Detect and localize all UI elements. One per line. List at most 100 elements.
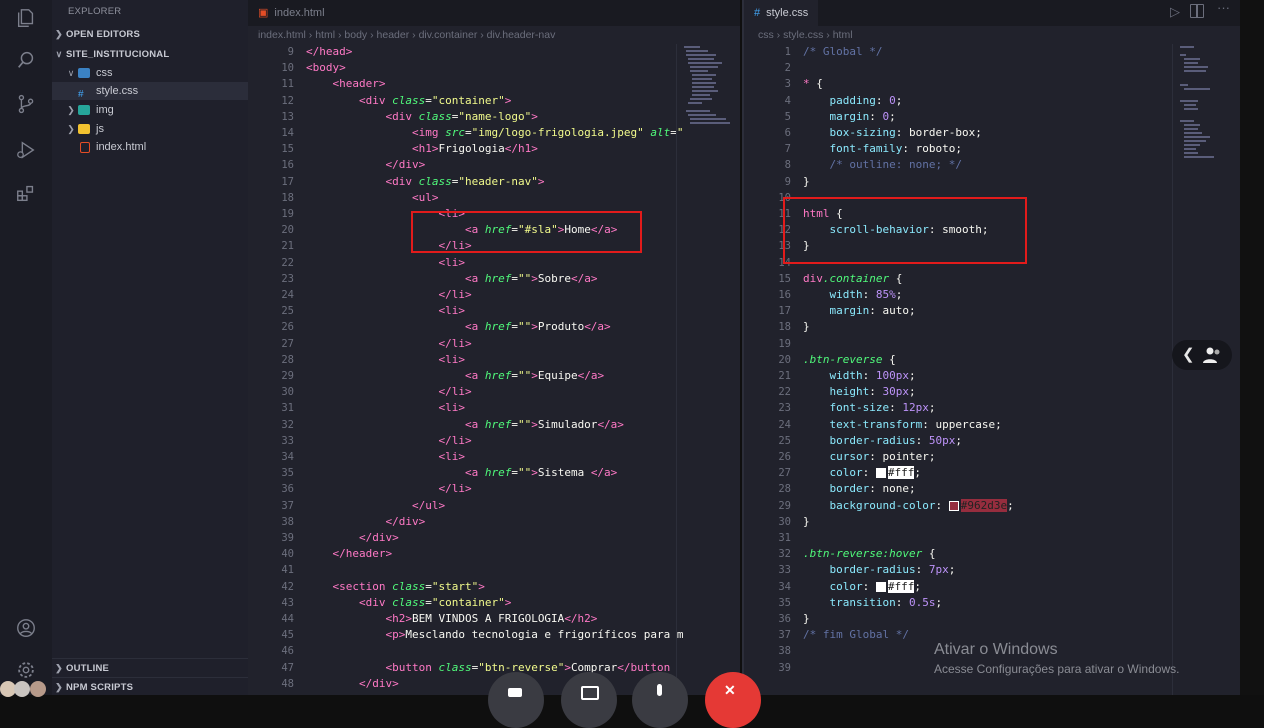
code-line[interactable]: 2 bbox=[744, 60, 1242, 76]
minimap[interactable] bbox=[1178, 44, 1230, 244]
share-screen-button[interactable] bbox=[561, 672, 617, 728]
breadcrumb-item[interactable]: html bbox=[833, 29, 853, 41]
code-line[interactable]: 33 border-radius: 7px; bbox=[744, 562, 1242, 578]
run-icon[interactable]: ▷ bbox=[1170, 4, 1180, 20]
code-line[interactable]: 30} bbox=[744, 514, 1242, 530]
code-line[interactable]: 37 </ul> bbox=[248, 498, 740, 514]
participants-widget[interactable]: ❮ bbox=[1172, 340, 1232, 370]
tree-item-img-folder[interactable]: ❯ img bbox=[52, 101, 260, 119]
outline-section[interactable]: ❯ OUTLINE bbox=[52, 658, 248, 677]
code-line[interactable]: 35 transition: 0.5s; bbox=[744, 595, 1242, 611]
tree-item-index-html[interactable]: index.html bbox=[52, 138, 274, 156]
code-line[interactable]: 32 <a href="">Simulador</a> bbox=[248, 417, 740, 433]
project-section[interactable]: ∨ SITE_INSTITUCIONAL bbox=[52, 45, 248, 63]
code-line[interactable]: 26 <a href="">Produto</a> bbox=[248, 319, 740, 335]
split-editor-icon[interactable] bbox=[1190, 4, 1204, 18]
code-line[interactable]: 26 cursor: pointer; bbox=[744, 449, 1242, 465]
code-line[interactable]: 18 <ul> bbox=[248, 190, 740, 206]
code-line[interactable]: 31 bbox=[744, 530, 1242, 546]
code-line[interactable]: 32 .btn-reverse:hover { bbox=[744, 546, 1242, 562]
search-icon[interactable] bbox=[14, 48, 38, 72]
tab-index-html[interactable]: ▣ index.html bbox=[248, 0, 335, 26]
code-line[interactable]: 34 <li> bbox=[248, 449, 740, 465]
code-line[interactable]: 14 <img src="img/logo-frigologia.jpeg" a… bbox=[248, 125, 740, 141]
code-line[interactable]: 9 </head> bbox=[248, 44, 740, 60]
code-line[interactable]: 23 <a href="">Sobre</a> bbox=[248, 271, 740, 287]
settings-icon[interactable] bbox=[14, 658, 38, 682]
code-line[interactable]: 43 <div class="container"> bbox=[248, 595, 740, 611]
code-line[interactable]: 15 div.container { bbox=[744, 271, 1242, 287]
html-editor-pane[interactable]: ▣ index.html index.html › html › body › h… bbox=[248, 0, 740, 695]
code-line[interactable]: 4 padding: 0; bbox=[744, 93, 1242, 109]
code-line[interactable]: 9} bbox=[744, 174, 1242, 190]
code-line[interactable]: 1 /* Global */ bbox=[744, 44, 1242, 60]
microphone-button[interactable] bbox=[632, 672, 688, 728]
code-line[interactable]: 5 margin: 0; bbox=[744, 109, 1242, 125]
code-line[interactable]: 40 </header> bbox=[248, 546, 740, 562]
code-line[interactable]: 33 </li> bbox=[248, 433, 740, 449]
npm-scripts-section[interactable]: ❯ NPM SCRIPTS bbox=[52, 677, 248, 696]
breadcrumb-item[interactable]: style.css bbox=[783, 29, 823, 41]
code-line[interactable]: 10 <body> bbox=[248, 60, 740, 76]
extensions-icon[interactable] bbox=[14, 181, 38, 205]
code-line[interactable]: 13 <div class="name-logo"> bbox=[248, 109, 740, 125]
breadcrumb-item[interactable]: div.container bbox=[419, 29, 478, 41]
code-line[interactable]: 36 </li> bbox=[248, 481, 740, 497]
code-line[interactable]: 28 <li> bbox=[248, 352, 740, 368]
code-line[interactable]: 18} bbox=[744, 319, 1242, 335]
account-icon[interactable] bbox=[14, 616, 38, 640]
code-line[interactable]: 41 bbox=[248, 562, 740, 578]
code-line[interactable]: 31 <li> bbox=[248, 400, 740, 416]
code-line[interactable]: 19 bbox=[744, 336, 1242, 352]
code-line[interactable]: 39 </div> bbox=[248, 530, 740, 546]
open-editors-section[interactable]: ❯ OPEN EDITORS bbox=[52, 25, 248, 43]
leave-call-button[interactable]: ✕ bbox=[705, 672, 761, 728]
code-line[interactable]: 27 </li> bbox=[248, 336, 740, 352]
code-line[interactable]: 25 <li> bbox=[248, 303, 740, 319]
breadcrumb-item[interactable]: body bbox=[344, 29, 367, 41]
code-line[interactable]: 25 border-radius: 50px; bbox=[744, 433, 1242, 449]
code-line[interactable]: 45 <p>Mesclando tecnologia e frigorífico… bbox=[248, 627, 740, 643]
code-line[interactable]: 24 text-transform: uppercase; bbox=[744, 417, 1242, 433]
code-line[interactable]: 6 box-sizing: border-box; bbox=[744, 125, 1242, 141]
code-line[interactable]: 15 <h1>Frigologia</h1> bbox=[248, 141, 740, 157]
code-line[interactable]: 28 border: none; bbox=[744, 481, 1242, 497]
code-line[interactable]: 22 <li> bbox=[248, 255, 740, 271]
files-icon[interactable] bbox=[14, 6, 38, 30]
breadcrumb-item[interactable]: index.html bbox=[258, 29, 306, 41]
code-line[interactable]: 16 width: 85%; bbox=[744, 287, 1242, 303]
minimap[interactable] bbox=[682, 44, 734, 244]
code-line[interactable]: 21 width: 100px; bbox=[744, 368, 1242, 384]
code-line[interactable]: 22 height: 30px; bbox=[744, 384, 1242, 400]
code-line[interactable]: 11 <header> bbox=[248, 76, 740, 92]
run-debug-icon[interactable] bbox=[14, 138, 38, 162]
code-line[interactable]: 8 /* outline: none; */ bbox=[744, 157, 1242, 173]
code-line[interactable]: 7 font-family: roboto; bbox=[744, 141, 1242, 157]
code-line[interactable]: 24 </li> bbox=[248, 287, 740, 303]
code-line[interactable]: 20 .btn-reverse { bbox=[744, 352, 1242, 368]
code-line[interactable]: 16 </div> bbox=[248, 157, 740, 173]
camera-button[interactable] bbox=[488, 672, 544, 728]
code-line[interactable]: 36} bbox=[744, 611, 1242, 627]
code-line[interactable]: 35 <a href="">Sistema </a> bbox=[248, 465, 740, 481]
code-line[interactable]: 3 * { bbox=[744, 76, 1242, 92]
code-line[interactable]: 27 color: #fff; bbox=[744, 465, 1242, 481]
source-control-icon[interactable] bbox=[14, 92, 38, 116]
tab-style-css[interactable]: # style.css bbox=[744, 0, 819, 26]
breadcrumb-item[interactable]: div.header-nav bbox=[487, 29, 556, 41]
code-line[interactable]: 17 margin: auto; bbox=[744, 303, 1242, 319]
breadcrumb-item[interactable]: html bbox=[315, 29, 335, 41]
code-line[interactable]: 42 <section class="start"> bbox=[248, 579, 740, 595]
breadcrumb-item[interactable]: header bbox=[377, 29, 410, 41]
more-icon[interactable]: ··· bbox=[1217, 0, 1230, 15]
tree-item-css-folder[interactable]: ∨ css bbox=[52, 64, 260, 82]
code-line[interactable]: 44 <h2>BEM VINDOS A FRIGOLOGIA</h2> bbox=[248, 611, 740, 627]
code-line[interactable]: 29 background-color: #962d3e; bbox=[744, 498, 1242, 514]
code-line[interactable]: 29 <a href="">Equipe</a> bbox=[248, 368, 740, 384]
tree-item-js-folder[interactable]: ❯ js bbox=[52, 120, 260, 138]
code-line[interactable]: 12 <div class="container"> bbox=[248, 93, 740, 109]
tree-item-style-css[interactable]: # style.css bbox=[52, 82, 274, 100]
breadcrumb-item[interactable]: css bbox=[758, 29, 774, 41]
code-line[interactable]: 30 </li> bbox=[248, 384, 740, 400]
code-line[interactable]: 17 <div class="header-nav"> bbox=[248, 174, 740, 190]
